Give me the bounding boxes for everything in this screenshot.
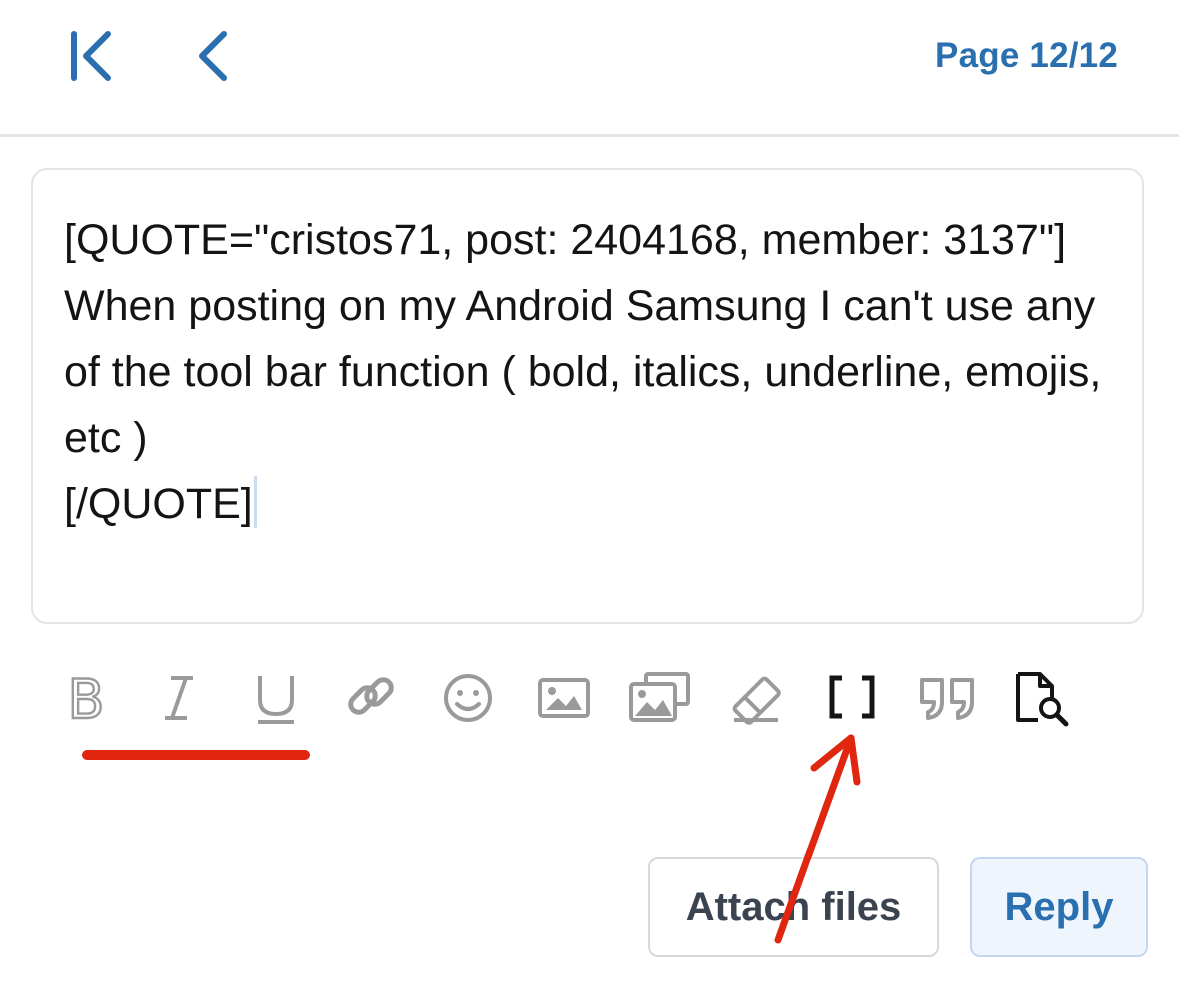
- annotation-underline: [82, 750, 310, 760]
- page-indicator[interactable]: Page 12/12: [935, 36, 1118, 76]
- reply-button[interactable]: Reply: [970, 857, 1148, 957]
- brackets-icon: [829, 675, 875, 719]
- first-page-button[interactable]: [62, 28, 122, 88]
- formatting-toolbar: B: [0, 662, 1179, 742]
- image-button[interactable]: [524, 662, 604, 742]
- bold-button[interactable]: B: [46, 662, 126, 742]
- italic-icon: [165, 676, 193, 720]
- clear-formatting-button[interactable]: [716, 662, 796, 742]
- italic-button[interactable]: [139, 662, 219, 742]
- chevron-left-icon: [199, 31, 227, 81]
- link-button[interactable]: [331, 662, 411, 742]
- bold-icon-glyph: B: [67, 668, 104, 731]
- preview-button[interactable]: [1004, 662, 1084, 742]
- preview-search-icon: [1016, 672, 1069, 727]
- underline-icon: [258, 676, 294, 724]
- previous-page-button[interactable]: [186, 28, 246, 88]
- media-button[interactable]: [620, 662, 700, 742]
- link-icon: [348, 677, 394, 715]
- reply-label: Reply: [1004, 884, 1114, 929]
- first-page-icon: [71, 31, 111, 81]
- bold-icon: B: [66, 667, 105, 732]
- media-gallery-icon: [629, 672, 690, 722]
- image-icon: [538, 678, 590, 718]
- text-caret: [253, 476, 257, 528]
- eraser-icon: [732, 676, 781, 725]
- smiley-icon: [444, 674, 492, 722]
- underline-button[interactable]: [236, 662, 316, 742]
- attach-files-label: Attach files: [685, 884, 902, 929]
- emoji-button[interactable]: [428, 662, 508, 742]
- top-navigation-bar: Page 12/12: [0, 0, 1179, 137]
- attach-files-button[interactable]: Attach files: [648, 857, 939, 957]
- quote-icon: [920, 678, 974, 720]
- message-editor[interactable]: [QUOTE="cristos71, post: 2404168, member…: [31, 168, 1144, 624]
- bbcode-toggle-button[interactable]: [812, 662, 892, 742]
- quote-button[interactable]: [908, 662, 988, 742]
- editor-text: [QUOTE="cristos71, post: 2404168, member…: [64, 216, 1102, 528]
